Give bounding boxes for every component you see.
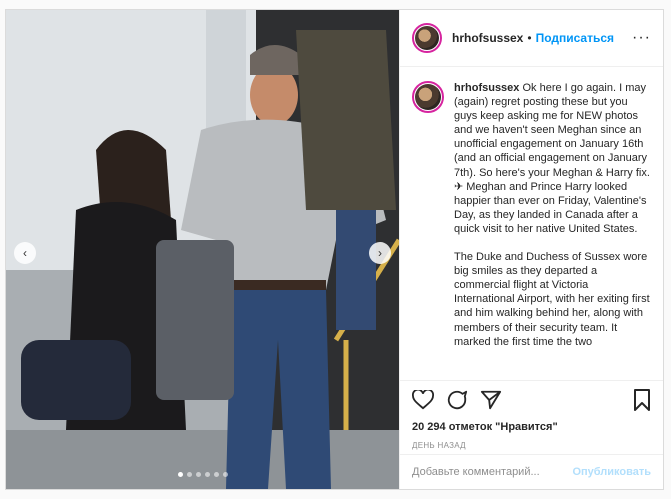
avatar-image <box>415 84 441 110</box>
bookmark-icon[interactable] <box>633 389 651 411</box>
caption-paragraph: The Duke and Duchess of Sussex wore big … <box>454 251 650 348</box>
carousel-dot <box>187 472 192 477</box>
action-bar <box>400 381 663 419</box>
chevron-left-icon[interactable]: ‹ <box>14 242 36 264</box>
separator-dot: • <box>527 31 532 45</box>
post-timestamp[interactable]: день назад <box>400 435 663 455</box>
heart-icon[interactable] <box>412 390 434 410</box>
caption-text: hrhofsussex Ok here I go again. I may (a… <box>454 81 650 380</box>
post-modal: ‹ › hrhofsussex • Подписаться ··· hrhofs… <box>5 9 664 490</box>
photo-illustration <box>6 10 399 489</box>
avatar[interactable] <box>412 23 442 53</box>
post-photo[interactable]: ‹ › <box>6 10 399 489</box>
likes-count[interactable]: 20 294 отметок "Нравится" <box>400 419 663 435</box>
carousel-dot <box>178 472 183 477</box>
post-header: hrhofsussex • Подписаться ··· <box>400 10 663 67</box>
caption-body: Ok here I go again. I may (again) regret… <box>454 82 650 235</box>
carousel-dot <box>214 472 219 477</box>
post-sidebar: hrhofsussex • Подписаться ··· hrhofsusse… <box>399 10 663 489</box>
follow-button[interactable]: Подписаться <box>536 31 614 45</box>
avatar-image <box>415 26 439 50</box>
carousel-dot <box>196 472 201 477</box>
caption-paragraph: hrhofsussex Ok here I go again. I may (a… <box>454 81 650 236</box>
comment-form: Опубликовать <box>400 455 663 489</box>
more-icon[interactable]: ··· <box>632 29 651 47</box>
username-link[interactable]: hrhofsussex <box>452 31 523 45</box>
share-icon[interactable] <box>480 389 502 411</box>
carousel-dot <box>223 472 228 477</box>
caption-avatar[interactable] <box>412 81 444 113</box>
caption-area: hrhofsussex Ok here I go again. I may (a… <box>400 67 663 381</box>
carousel-dot <box>205 472 210 477</box>
carousel-dots <box>178 472 228 477</box>
comment-icon[interactable] <box>446 389 468 411</box>
chevron-right-icon[interactable]: › <box>369 242 391 264</box>
caption-username[interactable]: hrhofsussex <box>454 82 519 94</box>
publish-button[interactable]: Опубликовать <box>572 466 651 478</box>
comment-input[interactable] <box>412 466 573 478</box>
